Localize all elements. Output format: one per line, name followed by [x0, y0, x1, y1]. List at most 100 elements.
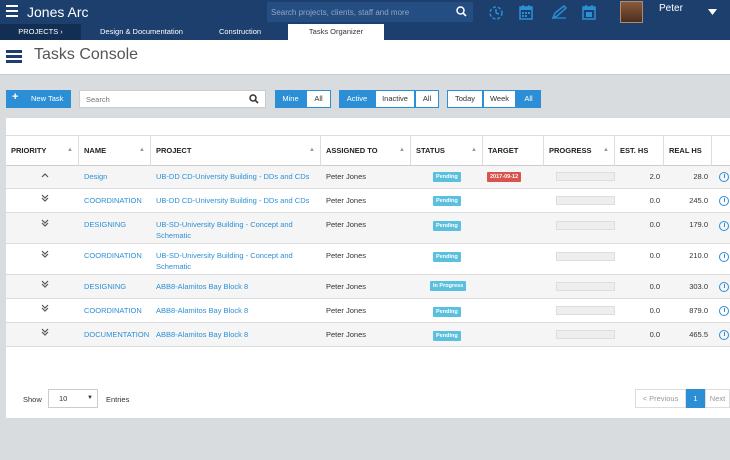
- clock-icon[interactable]: [719, 330, 729, 340]
- search-icon[interactable]: [456, 6, 467, 19]
- priority-double-chevron-down-icon[interactable]: [41, 304, 49, 314]
- task-name[interactable]: COORDINATION: [84, 251, 142, 260]
- col-progress[interactable]: PROGRESS ▲: [544, 135, 615, 166]
- user-menu-chevron-down-icon[interactable]: [708, 8, 717, 17]
- table-row[interactable]: DESIGNING UB-SD-University Building - Co…: [6, 213, 730, 244]
- sort-icon[interactable]: ▲: [139, 136, 145, 165]
- assignee: Peter Jones: [326, 196, 367, 205]
- clock-icon[interactable]: [719, 282, 729, 292]
- timer-icon[interactable]: [487, 4, 505, 23]
- col-est-hs[interactable]: EST. HS: [615, 135, 664, 166]
- project-link[interactable]: UB-DD CD-University Building - DDs and C…: [156, 172, 309, 181]
- table-row[interactable]: Design UB-DD CD-University Building - DD…: [6, 166, 730, 189]
- est-hours: 0.0: [649, 306, 660, 315]
- table-row[interactable]: COORDINATION ABB8-Alamitos Bay Block 8 P…: [6, 299, 730, 323]
- tab-design-documentation[interactable]: Design & Documentation: [85, 24, 198, 40]
- sort-icon[interactable]: ▲: [471, 136, 477, 165]
- pagination-next[interactable]: Next: [705, 389, 730, 408]
- col-name[interactable]: NAME ▲: [79, 135, 151, 166]
- project-link-line2[interactable]: Schematic: [156, 262, 191, 271]
- assignee: Peter Jones: [326, 172, 367, 181]
- priority-double-chevron-down-icon[interactable]: [41, 328, 49, 338]
- col-status[interactable]: STATUS ▲: [411, 135, 483, 166]
- project-link[interactable]: ABB8-Alamitos Bay Block 8: [156, 282, 248, 291]
- project-link[interactable]: ABB8-Alamitos Bay Block 8: [156, 330, 248, 339]
- real-hours: 465.5: [689, 330, 708, 339]
- table-row[interactable]: COORDINATION UB-SD-University Building -…: [6, 244, 730, 275]
- priority-double-chevron-down-icon[interactable]: [41, 250, 49, 260]
- project-link[interactable]: ABB8-Alamitos Bay Block 8: [156, 306, 248, 315]
- progress-bar: [556, 306, 615, 315]
- task-name[interactable]: Design: [84, 172, 107, 181]
- real-hours: 245.0: [689, 196, 708, 205]
- filter-mine-button[interactable]: Mine: [275, 90, 306, 108]
- filter-all-date-button[interactable]: All: [516, 90, 541, 108]
- sort-icon[interactable]: ▲: [399, 136, 405, 165]
- project-link[interactable]: UB-DD CD-University Building - DDs and C…: [156, 196, 309, 205]
- clock-icon[interactable]: [719, 196, 729, 206]
- pagination-previous[interactable]: < Previous: [635, 389, 686, 408]
- user-name[interactable]: Peter: [659, 3, 683, 14]
- task-search: [79, 90, 266, 108]
- global-search-input[interactable]: [271, 5, 451, 19]
- real-hours: 28.0: [693, 172, 708, 181]
- est-hours: 0.0: [649, 282, 660, 291]
- priority-double-chevron-down-icon[interactable]: [41, 280, 49, 290]
- page-title: Tasks Console: [34, 46, 139, 63]
- clock-icon[interactable]: [719, 172, 729, 182]
- pen-icon[interactable]: [551, 4, 568, 22]
- entries-label: Entries: [106, 395, 130, 404]
- pagination-page-1[interactable]: 1: [686, 389, 705, 408]
- sort-icon[interactable]: ▲: [67, 136, 73, 165]
- calendar-icon[interactable]: [519, 4, 533, 22]
- status-badge: Pending: [433, 331, 461, 341]
- project-link[interactable]: UB-SD-University Building - Concept and: [156, 251, 293, 260]
- sort-icon[interactable]: ▲: [603, 136, 609, 165]
- task-name[interactable]: COORDINATION: [84, 196, 142, 205]
- search-icon[interactable]: [249, 94, 259, 106]
- project-link[interactable]: UB-SD-University Building - Concept and: [156, 220, 293, 229]
- task-name[interactable]: DESIGNING: [84, 220, 126, 229]
- priority-chevron-up-icon[interactable]: [41, 171, 49, 180]
- hamburger-menu-icon[interactable]: [6, 5, 18, 19]
- task-name[interactable]: COORDINATION: [84, 306, 142, 315]
- calendar-check-icon[interactable]: [582, 4, 596, 22]
- col-priority[interactable]: PRIORITY ▲: [6, 135, 79, 166]
- est-hours: 0.0: [649, 220, 660, 229]
- table-row[interactable]: DESIGNING ABB8-Alamitos Bay Block 8 Pete…: [6, 275, 730, 299]
- progress-bar: [556, 221, 615, 230]
- table-row[interactable]: DOCUMENTATION ABB8-Alamitos Bay Block 8 …: [6, 323, 730, 347]
- sort-icon[interactable]: ▲: [309, 136, 315, 165]
- filter-all-owner-button[interactable]: All: [306, 90, 331, 108]
- filter-week-button[interactable]: Week: [483, 90, 516, 108]
- user-avatar[interactable]: [620, 1, 643, 23]
- priority-double-chevron-down-icon[interactable]: [41, 219, 49, 229]
- col-real-hs[interactable]: REAL HS: [664, 135, 712, 166]
- est-hours: 2.0: [649, 172, 660, 181]
- priority-double-chevron-down-icon[interactable]: [41, 194, 49, 204]
- task-name[interactable]: DESIGNING: [84, 282, 126, 291]
- app-title[interactable]: Jones Arc: [27, 4, 88, 20]
- col-assigned-to[interactable]: ASSIGNED TO ▲: [321, 135, 411, 166]
- real-hours: 303.0: [689, 282, 708, 291]
- clock-icon[interactable]: [719, 221, 729, 231]
- new-task-button[interactable]: + New Task: [6, 90, 71, 108]
- tab-construction[interactable]: Construction: [198, 24, 282, 40]
- page-size-select[interactable]: 10 ▼: [48, 389, 98, 408]
- task-name[interactable]: DOCUMENTATION: [84, 330, 149, 339]
- filter-inactive-button[interactable]: Inactive: [375, 90, 415, 108]
- table-row[interactable]: COORDINATION UB-DD CD-University Buildin…: [6, 189, 730, 213]
- project-link-line2[interactable]: Schematic: [156, 231, 191, 240]
- col-project[interactable]: PROJECT ▲: [151, 135, 321, 166]
- task-search-input[interactable]: [86, 93, 246, 105]
- status-badge: In Progress: [430, 281, 467, 291]
- clock-icon[interactable]: [719, 252, 729, 262]
- clock-icon[interactable]: [719, 306, 729, 316]
- filter-today-button[interactable]: Today: [447, 90, 483, 108]
- filter-active-button[interactable]: Active: [339, 90, 375, 108]
- tab-projects[interactable]: PROJECTS ›: [0, 24, 81, 40]
- status-badge: Pending: [433, 196, 461, 206]
- col-target[interactable]: TARGET: [483, 135, 544, 166]
- filter-all-status-button[interactable]: All: [415, 90, 439, 108]
- tab-tasks-organizer[interactable]: Tasks Organizer: [288, 24, 384, 40]
